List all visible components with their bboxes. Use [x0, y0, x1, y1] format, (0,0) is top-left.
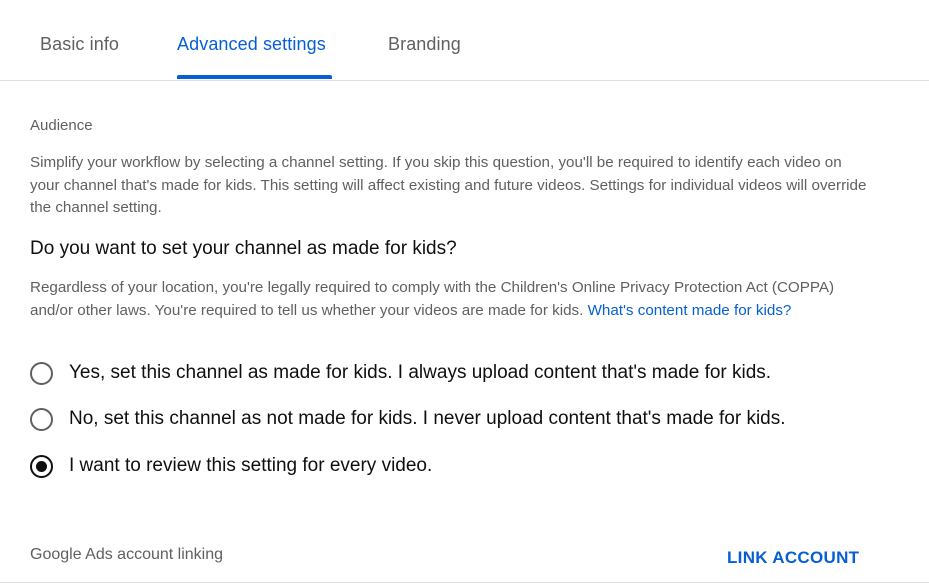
- radio-option-made-for-kids[interactable]: Yes, set this channel as made for kids. …: [30, 359, 771, 387]
- audience-description: Simplify your workflow by selecting a ch…: [30, 154, 867, 216]
- made-for-kids-help-link[interactable]: What's content made for kids?: [588, 302, 792, 319]
- active-tab-indicator: [177, 75, 332, 79]
- made-for-kids-question: Do you want to set your channel as made …: [30, 238, 457, 259]
- radio-unchecked-icon[interactable]: [30, 361, 53, 385]
- tab-basic-info[interactable]: Basic info: [40, 34, 119, 55]
- radio-label: I want to review this setting for every …: [69, 455, 433, 476]
- radio-label: No, set this channel as not made for kid…: [69, 408, 786, 429]
- coppa-legal-text: Regardless of your location, you're lega…: [30, 277, 870, 322]
- settings-tabs: Basic info Advanced settings Branding: [0, 0, 929, 81]
- divider: [0, 582, 929, 583]
- radio-option-review-every-video[interactable]: I want to review this setting for every …: [30, 452, 432, 480]
- audience-section-label: Audience: [30, 117, 93, 134]
- radio-unchecked-icon[interactable]: [30, 407, 53, 431]
- radio-option-not-made-for-kids[interactable]: No, set this channel as not made for kid…: [30, 405, 786, 433]
- link-account-button[interactable]: LINK ACCOUNT: [727, 548, 859, 568]
- tab-branding[interactable]: Branding: [388, 34, 461, 55]
- radio-label: Yes, set this channel as made for kids. …: [69, 362, 772, 383]
- radio-checked-icon[interactable]: [30, 454, 53, 478]
- channel-settings-page: Basic info Advanced settings Branding Au…: [0, 0, 929, 584]
- tab-advanced-settings[interactable]: Advanced settings: [177, 34, 326, 55]
- google-ads-linking-label: Google Ads account linking: [30, 546, 224, 563]
